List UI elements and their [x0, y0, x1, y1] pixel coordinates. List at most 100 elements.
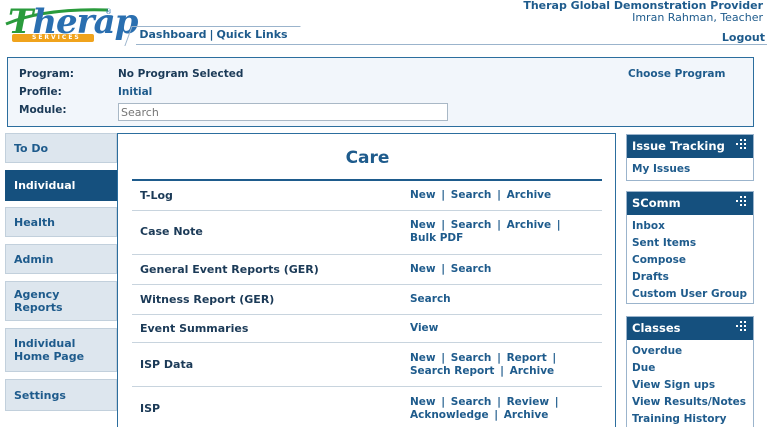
- row-title: ISP: [140, 402, 161, 415]
- nav-item-label: Admin: [14, 252, 54, 266]
- isp-data-search-report-link[interactable]: Search Report: [410, 365, 494, 377]
- module-label: Module:: [19, 104, 67, 116]
- top-nav: Dashboard | Quick Links: [124, 26, 301, 46]
- nav-item-label: To Do: [14, 141, 49, 155]
- due-link[interactable]: Due: [632, 360, 753, 377]
- nav-item-admin[interactable]: Admin: [5, 244, 117, 274]
- quick-links-link[interactable]: Quick Links: [216, 28, 287, 41]
- case-note-new-link[interactable]: New: [410, 219, 436, 231]
- nav-item-label: Agency Reports: [14, 288, 63, 314]
- widget-header: Issue Tracking: [627, 135, 753, 158]
- t-log-new-link[interactable]: New: [410, 189, 436, 201]
- overdue-link[interactable]: Overdue: [632, 343, 753, 360]
- isp-data-archive-link[interactable]: Archive: [510, 365, 555, 377]
- row-title: Case Note: [140, 225, 203, 238]
- care-panel: Care T-Log New | Search | Archive Case N…: [117, 133, 616, 427]
- drag-handle-icon[interactable]: [736, 321, 748, 333]
- sent-items-link[interactable]: Sent Items: [632, 235, 753, 252]
- issue-tracking-widget: Issue Tracking My Issues: [626, 134, 754, 181]
- module-search-input[interactable]: [118, 103, 448, 121]
- training-history-link[interactable]: Training History: [632, 411, 753, 427]
- case-note-search-link[interactable]: Search: [451, 219, 492, 231]
- care-row-witness-report: Witness Report (GER) Search: [132, 285, 602, 315]
- nav-item-to-do[interactable]: To Do: [5, 133, 117, 163]
- care-row-isp-data: ISP Data New | Search | Report | Search R…: [132, 343, 602, 387]
- view-sign-ups-link[interactable]: View Sign ups: [632, 377, 753, 394]
- isp-new-link[interactable]: New: [410, 396, 436, 408]
- drag-handle-icon[interactable]: [736, 196, 748, 208]
- row-title: T-Log: [140, 189, 173, 202]
- scomm-widget: SComm Inbox Sent Items Compose Drafts Cu…: [626, 191, 754, 304]
- widget-body: Inbox Sent Items Compose Drafts Custom U…: [627, 215, 753, 303]
- row-actions: Search: [410, 293, 590, 306]
- t-log-search-link[interactable]: Search: [451, 189, 492, 201]
- witness-report-search-link[interactable]: Search: [410, 293, 451, 305]
- row-title: General Event Reports (GER): [140, 263, 319, 276]
- row-title: ISP Data: [140, 358, 194, 371]
- nav-item-label: Individual Home Page: [14, 337, 85, 363]
- user-name: Imran Rahman, Teacher: [632, 11, 763, 24]
- widget-header: SComm: [627, 192, 753, 215]
- program-value: No Program Selected: [118, 68, 244, 80]
- widget-header: Classes: [627, 317, 753, 340]
- isp-search-link[interactable]: Search: [451, 396, 492, 408]
- t-log-archive-link[interactable]: Archive: [507, 189, 552, 201]
- row-actions: View: [410, 322, 590, 335]
- header: Therap SERVICES ® Dashboard | Quick Links …: [0, 0, 767, 46]
- row-actions: New | Search | Report | Search Report | A…: [410, 352, 557, 377]
- profile-link[interactable]: Initial: [118, 86, 152, 98]
- view-results-notes-link[interactable]: View Results/Notes: [632, 394, 753, 411]
- care-row-t-log: T-Log New | Search | Archive: [132, 181, 602, 211]
- widget-title: Issue Tracking: [632, 139, 725, 153]
- care-row-isp: ISP New | Search | Review | Acknowledge |…: [132, 387, 602, 427]
- isp-acknowledge-link[interactable]: Acknowledge: [410, 409, 489, 421]
- row-actions: New | Search | Archive: [410, 189, 552, 201]
- program-label: Program:: [19, 68, 75, 80]
- row-title: Event Summaries: [140, 322, 249, 335]
- logout-link[interactable]: Logout: [722, 31, 765, 44]
- isp-data-search-link[interactable]: Search: [451, 352, 492, 364]
- registered-mark-icon: ®: [105, 8, 112, 16]
- drafts-link[interactable]: Drafts: [632, 269, 753, 286]
- row-actions: New | Search | Review | Acknowledge | Arc…: [410, 396, 559, 421]
- choose-program-link[interactable]: Choose Program: [628, 68, 725, 80]
- widget-title: SComm: [632, 196, 681, 210]
- care-row-ger: General Event Reports (GER) New | Search: [132, 255, 602, 285]
- isp-archive-link[interactable]: Archive: [504, 409, 549, 421]
- case-note-bulk-pdf-link[interactable]: Bulk PDF: [410, 232, 463, 244]
- case-note-archive-link[interactable]: Archive: [507, 219, 552, 231]
- logo-services-text: SERVICES: [32, 34, 81, 41]
- profile-label: Profile:: [19, 86, 62, 98]
- nav-item-settings[interactable]: Settings: [5, 379, 117, 411]
- row-title: Witness Report (GER): [140, 293, 275, 306]
- compose-link[interactable]: Compose: [632, 252, 753, 269]
- care-title: Care: [345, 148, 390, 168]
- nav-item-label: Individual: [14, 179, 76, 192]
- nav-separator: |: [209, 28, 214, 41]
- widget-body: My Issues: [627, 158, 753, 178]
- nav-item-individual-home-page[interactable]: Individual Home Page: [5, 328, 117, 372]
- program-panel: Program: No Program Selected Choose Prog…: [7, 57, 754, 127]
- isp-data-report-link[interactable]: Report: [507, 352, 547, 364]
- row-actions: New | Search | Archive | Bulk PDF: [410, 219, 561, 244]
- event-summaries-view-link[interactable]: View: [410, 322, 438, 334]
- nav-item-individual[interactable]: Individual: [5, 170, 117, 201]
- nav-item-label: Settings: [14, 388, 66, 402]
- dashboard-link[interactable]: Dashboard: [139, 28, 206, 41]
- care-row-event-summaries: Event Summaries View: [132, 315, 602, 343]
- nav-item-agency-reports[interactable]: Agency Reports: [5, 281, 117, 321]
- header-divider: [136, 44, 767, 45]
- isp-review-link[interactable]: Review: [507, 396, 549, 408]
- my-issues-link[interactable]: My Issues: [632, 161, 753, 178]
- row-actions: New | Search: [410, 263, 492, 275]
- nav-item-health[interactable]: Health: [5, 207, 117, 237]
- custom-user-group-link[interactable]: Custom User Group: [632, 286, 753, 303]
- inbox-link[interactable]: Inbox: [632, 218, 753, 235]
- widget-title: Classes: [632, 321, 681, 335]
- ger-new-link[interactable]: New: [410, 263, 436, 275]
- ger-search-link[interactable]: Search: [451, 263, 492, 275]
- drag-handle-icon[interactable]: [736, 139, 748, 151]
- isp-data-new-link[interactable]: New: [410, 352, 436, 364]
- classes-widget: Classes Overdue Due View Sign ups View R…: [626, 316, 754, 427]
- therap-logo[interactable]: Therap SERVICES ®: [2, 2, 138, 42]
